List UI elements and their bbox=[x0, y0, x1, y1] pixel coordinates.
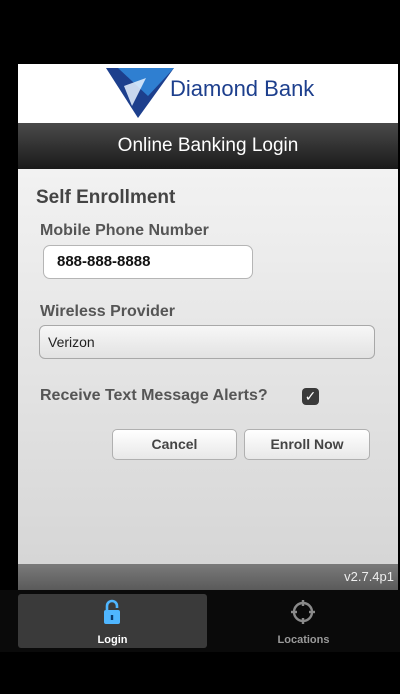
version-bar: v2.7.4p1 bbox=[18, 564, 398, 590]
diamond-logo-icon bbox=[106, 68, 174, 118]
provider-select[interactable]: Verizon bbox=[39, 325, 375, 359]
tab-login-label: Login bbox=[97, 634, 128, 646]
tab-login[interactable]: Login bbox=[18, 594, 207, 648]
page-title: Online Banking Login bbox=[18, 123, 398, 169]
app-header: Diamond Bank bbox=[18, 64, 398, 123]
enroll-now-button[interactable]: Enroll Now bbox=[244, 429, 370, 460]
tab-bar: Login Locations bbox=[0, 590, 400, 652]
tab-locations[interactable]: Locations bbox=[209, 594, 398, 648]
lock-icon bbox=[104, 599, 120, 624]
alerts-label: Receive Text Message Alerts? bbox=[40, 387, 268, 404]
cancel-button[interactable]: Cancel bbox=[112, 429, 237, 460]
alerts-checkbox[interactable]: ✓ bbox=[302, 388, 319, 405]
enrollment-form: Self Enrollment Mobile Phone Number 888-… bbox=[18, 169, 398, 564]
tab-locations-label: Locations bbox=[277, 634, 330, 646]
version-label: v2.7.4p1 bbox=[344, 569, 394, 584]
section-title: Self Enrollment bbox=[36, 187, 176, 208]
phone-input[interactable]: 888-888-8888 bbox=[43, 245, 253, 279]
brand-name: Diamond Bank bbox=[170, 76, 315, 101]
phone-label: Mobile Phone Number bbox=[40, 222, 209, 239]
checkmark-icon: ✓ bbox=[304, 388, 317, 404]
crosshair-icon bbox=[291, 600, 315, 624]
provider-label: Wireless Provider bbox=[40, 303, 176, 320]
